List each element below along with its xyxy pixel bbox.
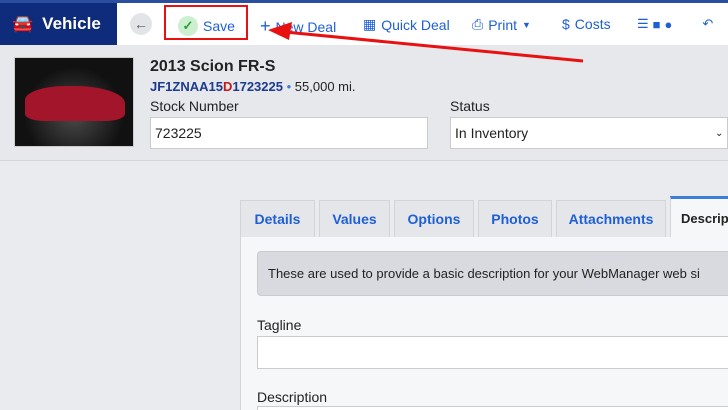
annotation-arrow <box>268 22 584 63</box>
